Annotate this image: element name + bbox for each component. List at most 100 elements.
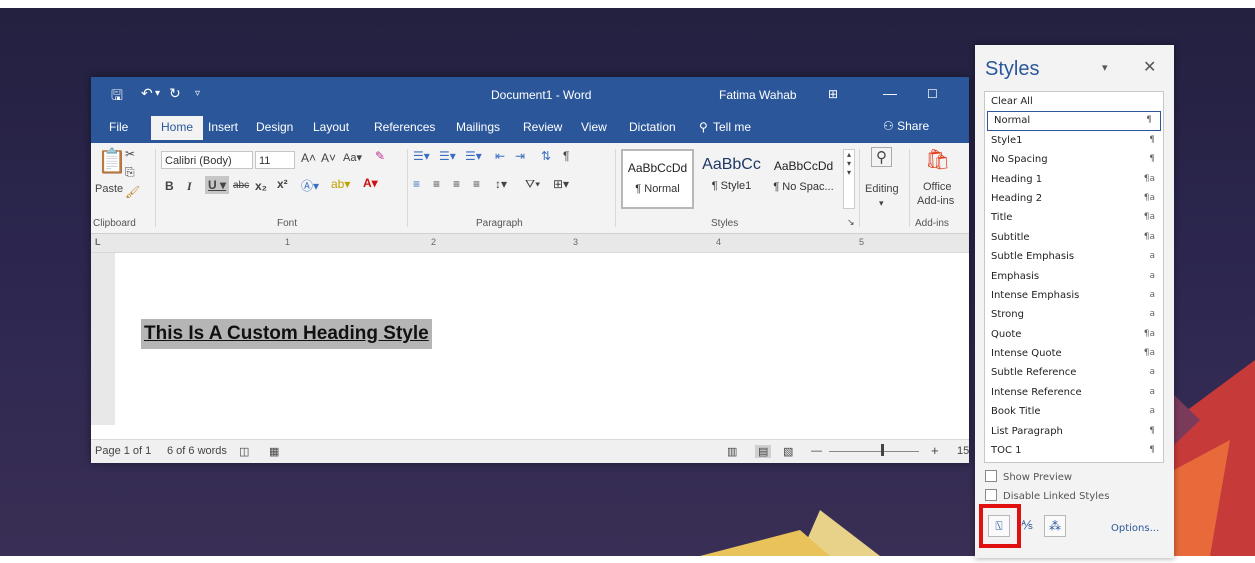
read-mode-icon[interactable]: ▥: [727, 445, 737, 458]
font-size-combo[interactable]: 11: [255, 151, 295, 169]
style-item-heading-2[interactable]: Heading 2 ¶a: [985, 189, 1163, 208]
superscript-icon[interactable]: x²: [277, 177, 288, 191]
minimize-icon[interactable]: —: [883, 85, 897, 101]
styles-gallery-scroll[interactable]: ▴ ▾ ▾: [843, 149, 855, 209]
redo-icon[interactable]: ↻: [169, 85, 181, 102]
horizontal-ruler[interactable]: L 1 2 3 4 5: [91, 234, 969, 253]
disable-linked-styles-checkbox[interactable]: Disable Linked Styles: [985, 489, 1109, 502]
bold-icon[interactable]: B: [165, 179, 174, 193]
font-color-icon[interactable]: A▾: [363, 176, 378, 190]
style-gallery-normal[interactable]: AaBbCcDd ¶ Normal: [621, 149, 694, 209]
change-case-icon[interactable]: Aa▾: [343, 151, 362, 164]
align-center-icon[interactable]: ≡: [433, 177, 440, 191]
checkbox-box[interactable]: [985, 470, 997, 482]
show-preview-checkbox[interactable]: Show Preview: [985, 470, 1072, 483]
style-item-clear-all[interactable]: Clear All: [985, 92, 1163, 111]
decrease-indent-icon[interactable]: ⇤: [495, 149, 505, 163]
align-left-icon[interactable]: ≡: [413, 177, 420, 191]
document-heading[interactable]: This Is A Custom Heading Style: [141, 319, 432, 349]
macro-icon[interactable]: ▦: [269, 445, 279, 458]
style-item-subtle-reference[interactable]: Subtle Reference a: [985, 363, 1163, 382]
tab-view[interactable]: View: [581, 120, 607, 134]
editing-dropdown-icon[interactable]: ▾: [879, 198, 884, 209]
sort-icon[interactable]: ⇅: [541, 149, 551, 163]
styles-dialog-launcher-icon[interactable]: ↘: [847, 217, 855, 228]
tab-references[interactable]: References: [374, 120, 435, 134]
office-addins-line2[interactable]: Add-ins: [917, 195, 954, 207]
shrink-font-icon[interactable]: A˅: [321, 151, 336, 165]
zoom-slider[interactable]: [829, 451, 919, 452]
style-item-subtitle[interactable]: Subtitle ¶a: [985, 228, 1163, 247]
format-painter-icon[interactable]: 🖌: [125, 185, 140, 199]
tab-insert[interactable]: Insert: [208, 120, 238, 134]
zoom-slider-thumb[interactable]: [881, 444, 884, 456]
search-icon[interactable]: ⚲: [871, 147, 892, 167]
numbering-icon[interactable]: ☰▾: [439, 149, 456, 163]
undo-dropdown-icon[interactable]: ▾: [155, 88, 160, 99]
grow-font-icon[interactable]: A˄: [301, 151, 316, 165]
justify-icon[interactable]: ≡: [473, 177, 480, 191]
style-item-toc-1[interactable]: TOC 1 ¶: [985, 441, 1163, 460]
show-marks-icon[interactable]: ¶: [563, 149, 569, 163]
style-item-quote[interactable]: Quote ¶a: [985, 325, 1163, 344]
subscript-icon[interactable]: x₂: [255, 179, 267, 193]
bullets-icon[interactable]: ☰▾: [413, 149, 430, 163]
manage-styles-button[interactable]: ⁂: [1044, 515, 1066, 537]
style-gallery-no-spacing[interactable]: AaBbCcDd ¶ No Spac...: [767, 149, 840, 209]
borders-icon[interactable]: ⊞▾: [553, 177, 569, 191]
tab-design[interactable]: Design: [256, 120, 293, 134]
proofing-icon[interactable]: ◫: [239, 445, 249, 458]
tab-file[interactable]: File: [109, 120, 128, 134]
style-item-normal[interactable]: Normal ¶: [987, 111, 1161, 131]
user-name[interactable]: Fatima Wahab: [719, 88, 797, 102]
style-item-intense-reference[interactable]: Intense Reference a: [985, 383, 1163, 402]
copy-icon[interactable]: ⎘: [125, 165, 135, 180]
zoom-out-icon[interactable]: —: [811, 445, 822, 457]
highlight-color-icon[interactable]: ab▾: [331, 177, 350, 191]
style-gallery-style1[interactable]: AaBbCc ¶ Style1: [695, 149, 768, 209]
italic-icon[interactable]: I: [187, 179, 192, 194]
cut-icon[interactable]: ✂: [125, 147, 135, 161]
style-item-list-paragraph[interactable]: List Paragraph ¶: [985, 422, 1163, 441]
tab-mailings[interactable]: Mailings: [456, 120, 500, 134]
zoom-in-icon[interactable]: +: [931, 443, 939, 458]
style-item-subtle-emphasis[interactable]: Subtle Emphasis a: [985, 247, 1163, 266]
style-item-emphasis[interactable]: Emphasis a: [985, 267, 1163, 286]
tab-dictation[interactable]: Dictation: [629, 120, 676, 134]
shading-icon[interactable]: ⛛▾: [525, 177, 540, 192]
word-count[interactable]: 6 of 6 words: [167, 445, 227, 457]
options-link[interactable]: Options...: [1111, 523, 1159, 534]
tab-selector-icon[interactable]: L: [95, 237, 101, 247]
style-item-title[interactable]: Title ¶a: [985, 208, 1163, 227]
office-store-icon[interactable]: 🛍: [925, 147, 950, 172]
style-item-intense-quote[interactable]: Intense Quote ¶a: [985, 344, 1163, 363]
underline-icon[interactable]: U ▾: [205, 176, 230, 194]
text-effects-icon[interactable]: Ⓐ▾: [301, 177, 319, 194]
undo-icon[interactable]: ↶: [141, 85, 153, 102]
customize-toolbar-icon[interactable]: ▿: [195, 88, 200, 99]
multilevel-list-icon[interactable]: ☰▾: [465, 149, 482, 163]
page-count[interactable]: Page 1 of 1: [95, 445, 151, 457]
style-item-style1[interactable]: Style1 ¶: [985, 131, 1163, 150]
pane-options-icon[interactable]: ▾: [1102, 61, 1108, 74]
ribbon-display-options-icon[interactable]: ⊞: [828, 87, 838, 101]
vertical-ruler[interactable]: [91, 253, 115, 425]
maximize-icon[interactable]: ☐: [927, 87, 938, 101]
zoom-level[interactable]: 15: [957, 445, 969, 457]
save-icon[interactable]: 🖫: [111, 85, 123, 109]
clear-formatting-icon[interactable]: ✎: [375, 149, 385, 163]
style-item-heading-1[interactable]: Heading 1 ¶a: [985, 170, 1163, 189]
office-addins-line1[interactable]: Office: [923, 181, 952, 193]
style-item-book-title[interactable]: Book Title a: [985, 402, 1163, 421]
style-item-intense-emphasis[interactable]: Intense Emphasis a: [985, 286, 1163, 305]
tell-me-box[interactable]: Tell me: [713, 120, 751, 134]
close-icon[interactable]: ✕: [1143, 57, 1156, 76]
share-button[interactable]: ⚇ Share: [883, 119, 929, 133]
align-right-icon[interactable]: ≡: [453, 177, 460, 191]
paste-label[interactable]: Paste: [95, 183, 123, 195]
increase-indent-icon[interactable]: ⇥: [515, 149, 525, 163]
strikethrough-icon[interactable]: abc: [233, 180, 249, 191]
style-item-no-spacing[interactable]: No Spacing ¶: [985, 150, 1163, 169]
web-layout-icon[interactable]: ▧: [783, 445, 793, 458]
tab-layout[interactable]: Layout: [313, 120, 349, 134]
